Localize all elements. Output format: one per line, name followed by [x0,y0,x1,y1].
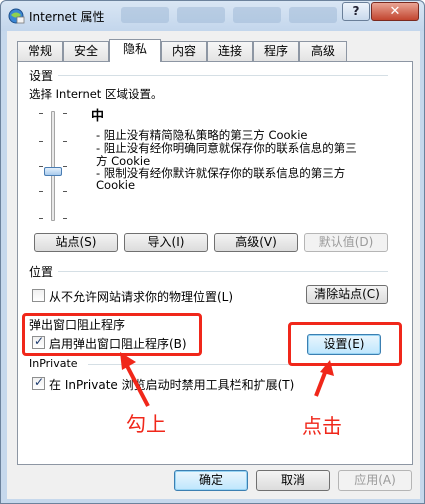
settings-heading: 设置 [29,69,54,83]
section-divider [58,271,388,272]
cancel-button[interactable]: 取消 [256,470,330,491]
overlay-layer: 设置 选择 Internet 区域设置。 中 - 阻止没有精简隐私策略的第三方 … [0,0,425,504]
privacy-level-title: 中 [91,109,105,124]
annotation-highlight-popup-checkbox [22,313,202,356]
clear-sites-button[interactable]: 清除站点(C) [306,285,388,304]
slider-tick [39,191,43,192]
sites-button[interactable]: 站点(S) [34,233,118,252]
annotation-check-text: 勾上 [126,412,166,436]
apply-button: 应用(A) [338,470,412,491]
section-divider [58,75,388,76]
advanced-button[interactable]: 高级(V) [214,233,298,252]
inprivate-checkbox-label[interactable]: 在 InPrivate 浏览启动时禁用工具栏和扩展(T) [49,376,294,393]
location-heading: 位置 [29,265,54,279]
slider-tick [63,218,67,219]
inprivate-heading: InPrivate [29,357,78,370]
slider-thumb[interactable] [44,167,62,176]
annotation-arrow-icon [314,360,334,397]
ok-button[interactable]: 确定 [174,470,248,491]
location-checkbox[interactable] [32,289,45,302]
zone-instruction: 选择 Internet 区域设置。 [29,87,163,101]
slider-tick [39,141,43,142]
annotation-arrow-icon [120,352,150,407]
slider-tick [63,166,67,167]
import-button[interactable]: 导入(I) [124,233,208,252]
inprivate-checkbox[interactable]: ✓ [32,375,45,390]
default-button: 默认值(D) [304,233,388,252]
annotation-click-text: 点击 [302,414,342,438]
tab-privacy[interactable]: 隐私 [109,39,161,62]
slider-tick [63,141,67,142]
slider-tick [39,218,43,219]
privacy-description-line: Cookie [96,178,136,192]
checkmark-icon: ✓ [34,375,45,389]
location-checkbox-label[interactable]: 从不允许网站请求你的物理位置(L) [49,288,233,305]
privacy-level-slider[interactable] [33,111,73,221]
slider-rail [51,111,55,221]
slider-tick [39,113,43,114]
slider-tick [63,113,67,114]
slider-tick [39,166,43,167]
slider-tick [63,191,67,192]
annotation-highlight-settings-button [288,322,402,366]
